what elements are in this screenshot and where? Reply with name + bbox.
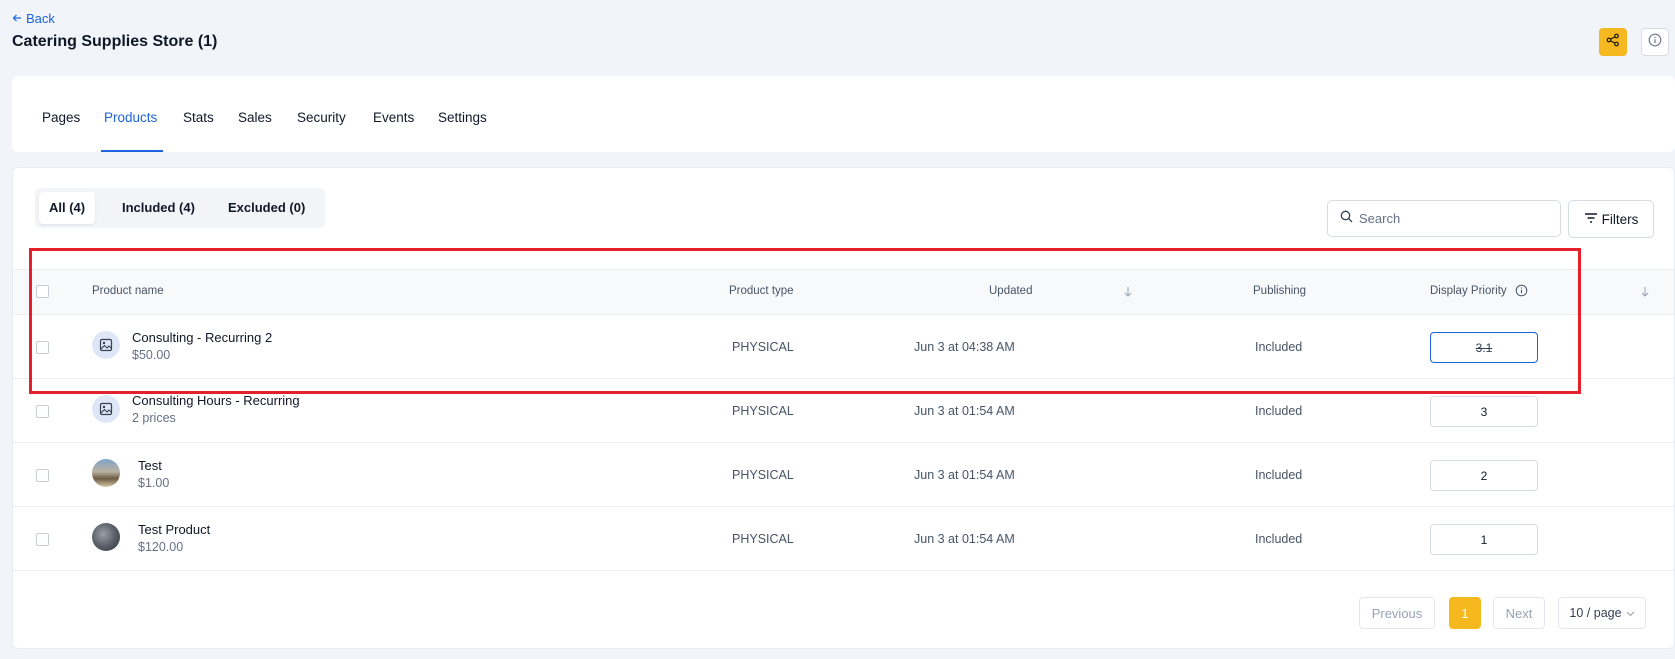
table-header: Product name Product type Updated Publis… (13, 269, 1674, 315)
product-type: PHYSICAL (732, 468, 794, 482)
filter-lines-icon (1584, 212, 1598, 227)
info-button[interactable] (1641, 28, 1669, 56)
product-type: PHYSICAL (732, 404, 794, 418)
product-name[interactable]: Test Product (138, 522, 210, 537)
publishing-status: Included (1255, 404, 1303, 418)
tab-stats[interactable]: Stats (183, 110, 214, 125)
search-input[interactable] (1359, 211, 1549, 226)
image-placeholder-icon (92, 395, 120, 423)
row-checkbox[interactable] (36, 405, 49, 418)
column-updated[interactable]: Updated (989, 285, 1032, 297)
priority-value: 3 (1480, 404, 1488, 419)
priority-value: 2 (1480, 468, 1488, 483)
table-row[interactable]: Test Product $120.00 PHYSICAL Jun 3 at 0… (13, 507, 1674, 571)
filter-tab-excluded[interactable]: Excluded (0) (218, 192, 315, 224)
tab-settings[interactable]: Settings (438, 110, 487, 125)
nav-tabs: Pages Products Stats Sales Security Even… (12, 76, 1675, 152)
product-type: PHYSICAL (732, 340, 794, 354)
tab-pages[interactable]: Pages (42, 110, 80, 125)
product-price: $50.00 (132, 348, 171, 362)
publishing-status: Included (1255, 468, 1303, 482)
table-row[interactable]: Test $1.00 PHYSICAL Jun 3 at 01:54 AM In… (13, 443, 1674, 507)
tab-products[interactable]: Products (104, 110, 157, 125)
column-publishing: Publishing (1253, 285, 1307, 297)
previous-button[interactable]: Previous (1359, 597, 1435, 629)
filters-button[interactable]: Filters (1568, 200, 1654, 238)
tab-sales[interactable]: Sales (238, 110, 272, 125)
row-checkbox[interactable] (36, 469, 49, 482)
share-icon (1606, 33, 1620, 52)
display-priority-input[interactable]: 2 (1430, 460, 1538, 491)
info-icon (1648, 33, 1662, 52)
updated-date: Jun 3 at 01:54 AM (914, 468, 1015, 482)
filter-tab-included[interactable]: Included (4) (112, 192, 205, 224)
product-name[interactable]: Consulting Hours - Recurring (132, 393, 300, 408)
product-type: PHYSICAL (732, 532, 794, 546)
priority-value: 1 (1480, 532, 1488, 547)
column-product-name: Product name (92, 285, 164, 297)
publishing-status: Included (1255, 340, 1303, 354)
table-row[interactable]: Consulting Hours - Recurring 2 prices PH… (13, 379, 1674, 443)
page-size-select[interactable]: 10 / page (1558, 597, 1646, 629)
product-name[interactable]: Consulting - Recurring 2 (132, 330, 272, 345)
chevron-down-icon (1626, 606, 1635, 620)
column-display-priority[interactable]: Display Priority (1430, 285, 1507, 297)
back-label: Back (26, 11, 55, 26)
page-1-button[interactable]: 1 (1449, 597, 1481, 629)
priority-value: 3.1 (1475, 340, 1493, 355)
active-tab-indicator (101, 150, 163, 152)
sort-arrow-down-icon[interactable] (1640, 285, 1650, 303)
display-priority-input[interactable]: 1 (1430, 524, 1538, 555)
table-row[interactable]: Consulting - Recurring 2 $50.00 PHYSICAL… (13, 315, 1674, 379)
product-thumbnail (92, 459, 120, 487)
products-panel: All (4) Included (4) Excluded (0) Filter… (12, 167, 1675, 649)
product-thumbnail (92, 523, 120, 551)
share-button[interactable] (1599, 28, 1627, 56)
page-title: Catering Supplies Store (1) (12, 33, 218, 50)
tab-events[interactable]: Events (373, 110, 414, 125)
row-checkbox[interactable] (36, 341, 49, 354)
product-price: $120.00 (138, 540, 184, 554)
updated-date: Jun 3 at 04:38 AM (914, 340, 1015, 354)
info-icon[interactable] (1515, 284, 1528, 302)
filters-label: Filters (1601, 211, 1639, 227)
tab-security[interactable]: Security (297, 110, 346, 125)
display-priority-input[interactable]: 3 (1430, 396, 1538, 427)
display-priority-input[interactable]: 3.1 (1430, 332, 1538, 363)
next-button[interactable]: Next (1493, 597, 1545, 629)
back-link[interactable]: Back (12, 11, 55, 26)
select-all-checkbox[interactable] (36, 285, 49, 298)
filter-segmented-control: All (4) Included (4) Excluded (0) (35, 188, 325, 228)
filter-tab-all[interactable]: All (4) (39, 192, 96, 224)
arrow-left-icon (12, 11, 22, 26)
search-box (1327, 200, 1561, 237)
sort-arrow-down-icon[interactable] (1123, 285, 1133, 303)
page-size-value: 10 / page (1569, 606, 1622, 620)
image-placeholder-icon (92, 331, 120, 359)
product-price: 2 prices (132, 411, 176, 425)
product-name[interactable]: Test (138, 458, 162, 473)
product-price: $1.00 (138, 476, 170, 490)
column-product-type: Product type (729, 285, 794, 297)
updated-date: Jun 3 at 01:54 AM (914, 532, 1015, 546)
updated-date: Jun 3 at 01:54 AM (914, 404, 1015, 418)
publishing-status: Included (1255, 532, 1303, 546)
row-checkbox[interactable] (36, 533, 49, 546)
search-icon (1340, 210, 1353, 228)
